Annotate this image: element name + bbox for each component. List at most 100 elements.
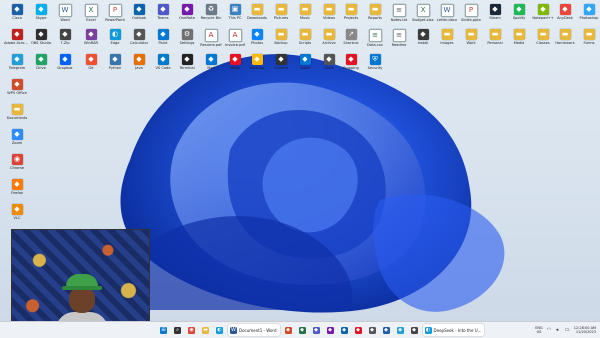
gear-icon: ⚙ [181, 29, 193, 40]
desktop-icon[interactable]: ◆ Camera [268, 53, 294, 79]
pdf-icon: A [204, 29, 218, 42]
desktop-icon[interactable]: ◆ Dropbox [52, 53, 78, 79]
desktop-icon[interactable]: X Budget.xlsx [410, 3, 436, 29]
taskbar-window-word[interactable]: W Document1 - Word [228, 324, 280, 336]
desktop-icon[interactable]: A Resume.pdf [198, 28, 224, 54]
taskbar-app-button[interactable]: ◆ [395, 324, 406, 336]
desktop-icon[interactable]: ◆ Photos [244, 28, 270, 54]
edge-icon: ◐ [424, 326, 432, 334]
desktop-icon[interactable]: ◉ Chrome [4, 153, 30, 179]
desktop-icon[interactable]: ≡ Data.csv [362, 28, 388, 54]
desktop-icon[interactable]: ◆ Skype [28, 3, 54, 29]
desktop-icon[interactable]: ▬ Homework [552, 28, 578, 54]
desktop-icon[interactable]: ◆ Store [292, 53, 318, 79]
desktop-icon[interactable]: ◆ Snipping [338, 53, 364, 79]
desktop-icon[interactable]: ◆ 7-Zip [52, 28, 78, 54]
desktop-icon[interactable]: ◆ OneNote [174, 3, 200, 29]
desktop-icon[interactable]: ◆ Mail [198, 53, 224, 79]
desktop-icon[interactable]: ◆ Zoom [4, 128, 30, 154]
taskbar-search-button[interactable]: ⌕ [172, 324, 183, 336]
folder-icon: ▬ [559, 29, 571, 40]
webcam-overlay [11, 229, 150, 332]
taskbar-app-button[interactable]: ◆ [353, 324, 364, 336]
app-icon: ◆ [489, 4, 501, 15]
desktop-icon[interactable]: ⛨ Security [362, 53, 388, 79]
taskbar-app-button[interactable]: ◆ [409, 324, 420, 336]
desktop-icon[interactable]: ▬ Pictures [268, 3, 294, 29]
taskbar-app-button[interactable]: ◆ [381, 324, 392, 336]
taskbar-chrome-button[interactable]: ◉ [186, 324, 197, 336]
desktop-icon[interactable]: ▬ Reports [362, 3, 388, 29]
desktop-icon[interactable]: ◐ Edge [102, 28, 128, 54]
desktop-icon[interactable]: ▬ Downloads [244, 3, 270, 29]
desktop-icon[interactable]: ◆ WinRAR [78, 28, 104, 54]
desktop-icon[interactable]: ◆ Weather [244, 53, 270, 79]
desktop-icon[interactable]: ▬ Media [506, 28, 532, 54]
desktop-icon[interactable]: ▬ Backup [268, 28, 294, 54]
desktop-icon[interactable]: ◆ AnyDesk [552, 3, 578, 29]
taskbar-app-button[interactable]: ◆ [297, 324, 308, 336]
battery-icon[interactable]: ▭ [565, 327, 570, 333]
desktop-icon[interactable]: ◆ Teams [150, 3, 176, 29]
desktop-icon[interactable]: ◆ Steam [482, 3, 508, 29]
desktop-icon[interactable]: ◆ Paint [150, 28, 176, 54]
desktop-icon[interactable]: ◆ Cisco [4, 3, 30, 29]
desktop-icon-label: AnyDesk [557, 16, 573, 20]
taskbar-app-button[interactable]: ◆ [367, 324, 378, 336]
desktop-icon[interactable]: ◆ WPS Office [4, 78, 30, 104]
desktop-icon[interactable]: ◆ OBS Studio [28, 28, 54, 54]
desktop-icon[interactable]: ▬ Scripts [292, 28, 318, 54]
desktop-icon[interactable]: ◆ Adobe Acrobat [4, 28, 30, 54]
volume-icon[interactable]: ◂ [556, 327, 561, 333]
desktop-icon[interactable]: ▬ Forms [576, 28, 600, 54]
desktop-icon-label: Word [60, 18, 70, 22]
taskbar-app-button[interactable]: ◆ [311, 324, 322, 336]
desktop-icon[interactable]: ≡ Readme [386, 28, 412, 54]
desktop-icon[interactable]: ◆ VLC [4, 203, 30, 229]
desktop-icon[interactable]: W Word [52, 3, 78, 29]
clock[interactable]: 12:28:00 AM 11/20/2023 [574, 326, 596, 334]
desktop-icon[interactable]: P PowerPoint [102, 3, 128, 29]
desktop-icon[interactable]: ◆ Telegram [4, 53, 30, 79]
desktop-icon[interactable]: ◆ Python [102, 53, 128, 79]
desktop-icon[interactable]: ◆ Drive [28, 53, 54, 79]
desktop-icon[interactable]: ▬ Personal [482, 28, 508, 54]
taskbar-app-button[interactable]: ◆ [325, 324, 336, 336]
taskbar-window-edge[interactable]: ◐ DeepSeek - Into the U... [422, 324, 485, 336]
taskbar-app-button[interactable]: ◆ [283, 324, 294, 336]
desktop-icon[interactable]: ◆ Terminal [174, 53, 200, 79]
folder-icon: ▬ [251, 4, 263, 15]
desktop-icon[interactable]: ▬ Projects [338, 3, 364, 29]
app-icon: ◆ [35, 54, 47, 65]
desktop-icon[interactable]: ▬ Work [458, 28, 484, 54]
shield-icon: ⛨ [369, 54, 381, 65]
desktop-icon[interactable]: ◆ Spotify [506, 3, 532, 29]
taskbar-explorer-button[interactable]: ▬ [200, 324, 211, 336]
desktop-icon[interactable]: ▬ Images [434, 28, 460, 54]
desktop-icon[interactable]: X Excel [78, 3, 104, 29]
desktop-icon[interactable]: ◆ Git [78, 53, 104, 79]
desktop-icon[interactable]: ◆ Firefox [4, 178, 30, 204]
desktop-icon[interactable]: ▬ Music [292, 3, 318, 29]
taskbar-app-button[interactable]: ◆ [339, 324, 350, 336]
desktop-icon[interactable]: ↗ Shortcut [338, 28, 364, 54]
taskbar-start-button[interactable]: ⊞ [158, 324, 169, 336]
desktop-icon[interactable]: ◆ Install [410, 28, 436, 54]
desktop-icon[interactable]: ▬ Documents [4, 103, 30, 129]
desktop-icon[interactable]: ◆ VS Code [150, 53, 176, 79]
desktop-icon[interactable]: ◆ Outlook [126, 3, 152, 29]
desktop-icon[interactable]: ≡ Notes.txt [386, 3, 412, 29]
desktop-icon[interactable]: W Letter.docx [434, 3, 460, 29]
taskbar-edge-button[interactable]: ◐ [214, 324, 225, 336]
desktop-icon[interactable]: ◆ Photoshop [576, 3, 600, 29]
desktop-icon[interactable]: ♻ Recycle Bin [198, 3, 224, 29]
desktop-icon[interactable]: ⚙ Settings [174, 28, 200, 54]
desktop-icon[interactable]: P Slides.pptx [458, 3, 484, 29]
desktop-icon[interactable]: ◆ Java [126, 53, 152, 79]
folder-icon: ▬ [323, 4, 335, 15]
desktop-icon[interactable]: ◆ Calculator [126, 28, 152, 54]
desktop-icon-label: Calculator [129, 41, 149, 45]
language-indicator[interactable]: ENG US [535, 326, 543, 334]
wifi-icon[interactable]: ◠ [547, 327, 552, 333]
app-icon: ◆ [417, 29, 429, 40]
